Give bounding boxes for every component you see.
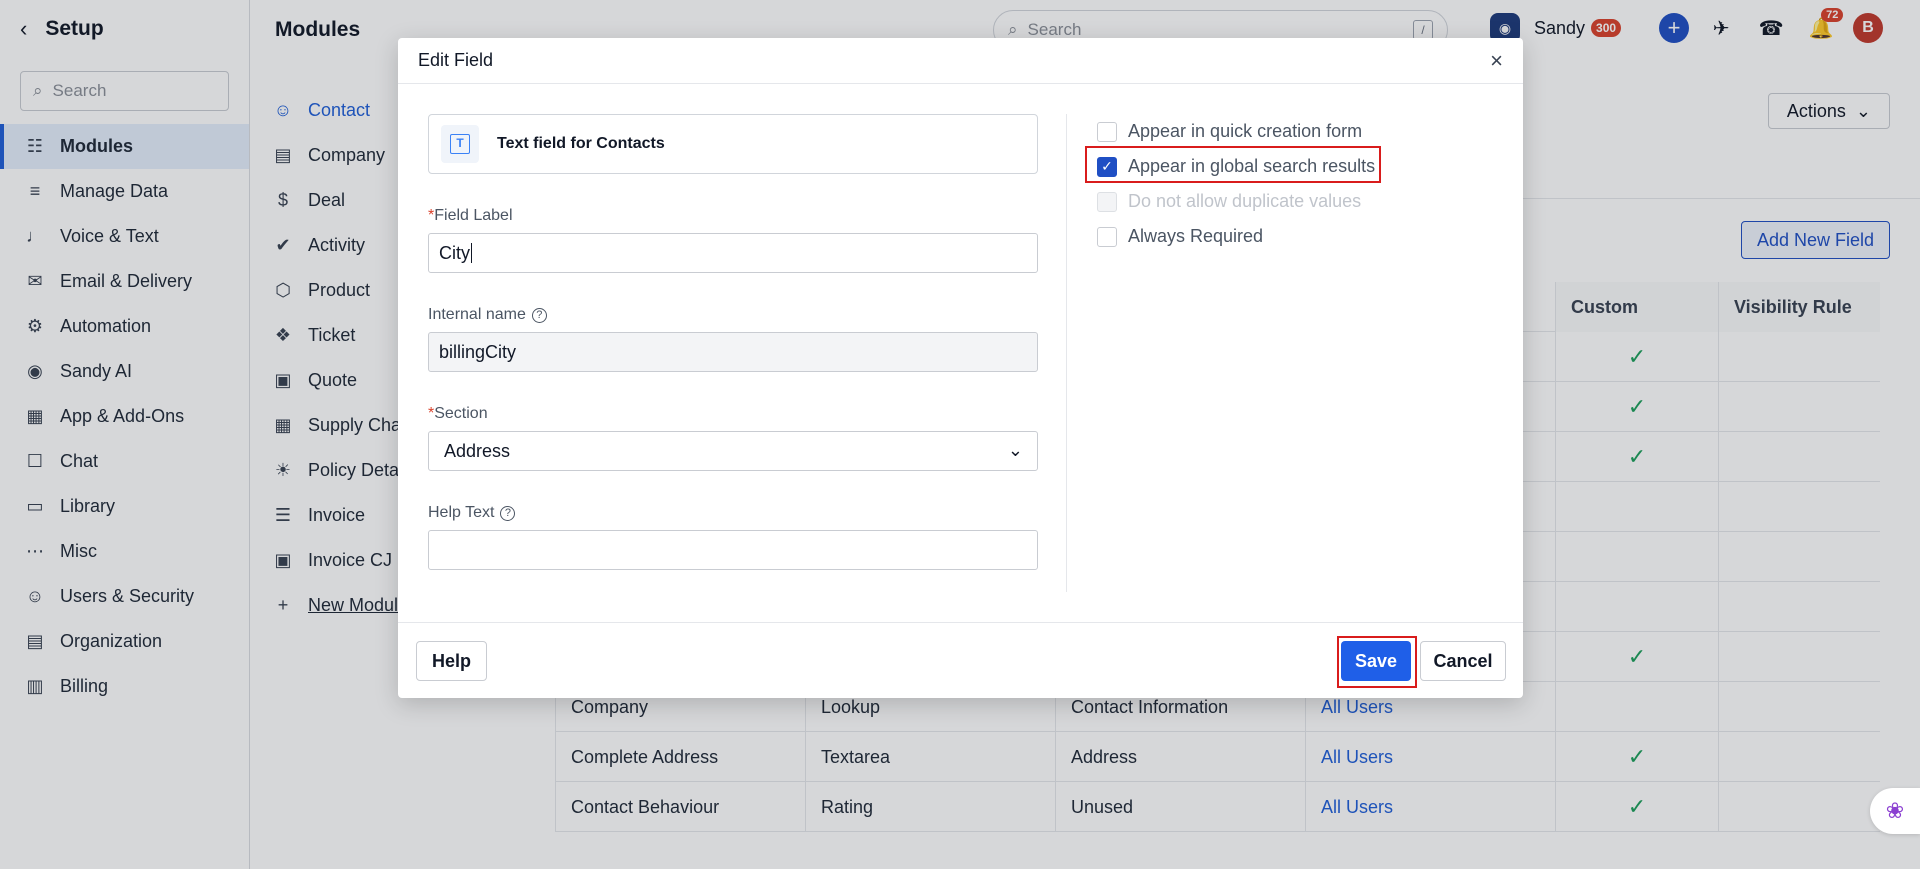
- dialog-title: Edit Field: [418, 50, 494, 70]
- help-question-icon[interactable]: ?: [500, 505, 516, 521]
- option-label: Always Required: [1128, 226, 1264, 246]
- highlight-global-search-option: [1085, 146, 1381, 183]
- help-text-label: Help Text ?: [428, 504, 1038, 522]
- field-type-label: Text field for Contacts: [497, 135, 665, 152]
- text-field-icon: T: [441, 125, 479, 163]
- cancel-button[interactable]: Cancel: [1420, 641, 1506, 681]
- checkbox[interactable]: [1097, 226, 1117, 247]
- section-select[interactable]: Address ⌄: [428, 431, 1038, 471]
- chevron-down-icon: ⌄: [1007, 440, 1023, 460]
- field-label-label: * Field Label: [428, 207, 513, 224]
- save-button[interactable]: Save: [1341, 641, 1411, 681]
- checkbox[interactable]: [1097, 121, 1117, 142]
- field-type-card: T Text field for Contacts: [428, 114, 1038, 174]
- close-icon[interactable]: ×: [1490, 48, 1503, 74]
- field-label-input[interactable]: City: [428, 233, 1038, 273]
- checkbox: [1097, 191, 1117, 212]
- field-options: Appear in quick creation form ✓ Appear in …: [1097, 114, 1477, 254]
- section-label: * Section: [428, 405, 488, 422]
- option-appear-in-quick-creation-form[interactable]: Appear in quick creation form: [1097, 114, 1477, 149]
- internal-name-label: Internal name ?: [428, 306, 1038, 324]
- ai-assistant-icon[interactable]: ❀: [1870, 788, 1920, 834]
- edit-field-dialog: Edit Field × T Text field for Contacts *…: [398, 38, 1523, 698]
- internal-name-input[interactable]: billingCity: [428, 332, 1038, 372]
- text-caret: [471, 243, 472, 263]
- field-settings-form: T Text field for Contacts * Field Label …: [428, 114, 1038, 570]
- help-text-input[interactable]: [428, 530, 1038, 570]
- dialog-header: Edit Field: [398, 38, 1523, 84]
- help-question-icon[interactable]: ?: [531, 307, 547, 323]
- dialog-footer: Help Save Cancel: [398, 622, 1523, 698]
- help-button[interactable]: Help: [416, 641, 488, 681]
- option-label: Appear in quick creation form: [1128, 121, 1363, 141]
- option-do-not-allow-duplicate-values: Do not allow duplicate values: [1097, 184, 1477, 219]
- option-always-required[interactable]: Always Required: [1097, 219, 1477, 254]
- dialog-column-divider: [1066, 114, 1067, 592]
- option-label: Do not allow duplicate values: [1128, 191, 1362, 211]
